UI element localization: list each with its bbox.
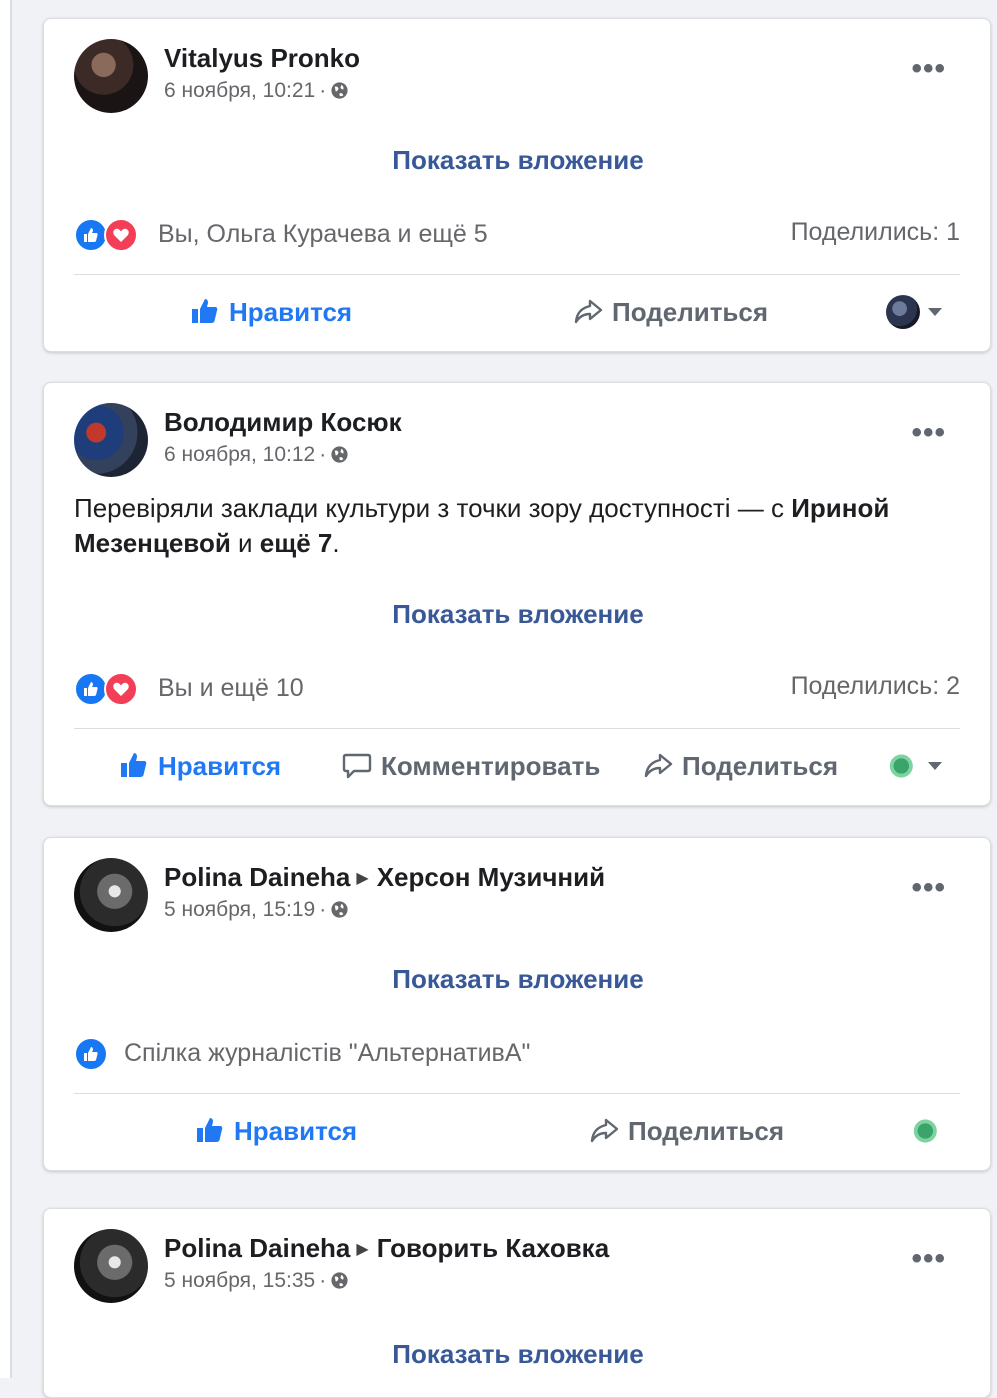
meta-separator: · (319, 79, 327, 102)
share-button[interactable]: Поделиться (588, 1114, 784, 1147)
globe-icon (331, 901, 348, 918)
comment-button[interactable]: Комментировать (341, 749, 600, 782)
post-actions: Нравится Поделиться (44, 1106, 990, 1156)
author-name: Polina Daineha ▶ Херсон Музичний (164, 862, 605, 893)
show-attachment-link[interactable]: Показать вложение (44, 1339, 992, 1370)
like-button[interactable]: Нравится (189, 295, 352, 328)
reaction-identity-selector[interactable] (910, 1114, 944, 1148)
more-options-icon[interactable]: ••• (911, 54, 946, 84)
author-avatar[interactable] (74, 39, 148, 113)
post-card: Polina Daineha ▶ Говорить Каховка 5 ноября… (43, 1208, 991, 1398)
globe-icon (331, 82, 348, 99)
meta-separator: · (319, 1269, 327, 1292)
shares-count[interactable]: Поделились: 1 (791, 218, 960, 247)
share-arrow-icon (590, 1118, 619, 1143)
like-reaction-icon (74, 218, 108, 252)
post-meta: 6 ноября, 10:12 · (164, 443, 349, 467)
post-meta: 5 ноября, 15:19 · (164, 898, 349, 922)
post-actions: Нравится Поделиться (44, 287, 990, 337)
divider (74, 728, 960, 729)
post-text: Перевіряли заклади культури з точки зору… (74, 493, 890, 558)
post-card: Vitalyus Pronko 6 ноября, 10:21 · ••• Пок… (43, 18, 991, 352)
post-timestamp[interactable]: 6 ноября, 10:21 (164, 79, 315, 102)
show-attachment-link[interactable]: Показать вложение (44, 599, 992, 630)
reactions-summary[interactable]: Вы, Ольга Курачева и ещё 5 Поделились: 1 (74, 218, 960, 254)
like-button[interactable]: Нравится (118, 749, 281, 782)
post-card: Володимир Косюк 6 ноября, 10:12 · ••• Пер… (43, 382, 991, 806)
more-options-icon[interactable]: ••• (911, 1244, 946, 1274)
more-options-icon[interactable]: ••• (911, 418, 946, 448)
caret-down-icon (928, 762, 942, 770)
caret-down-icon (928, 308, 942, 316)
divider (74, 274, 960, 275)
author-name[interactable]: Володимир Косюк (164, 407, 402, 438)
meta-separator: · (319, 443, 327, 466)
news-feed: Vitalyus Pronko 6 ноября, 10:21 · ••• Пок… (0, 0, 997, 1398)
reaction-identity-selector[interactable] (886, 749, 942, 783)
arrow-right-icon: ▶ (356, 1241, 369, 1258)
thumbs-up-icon (192, 299, 218, 323)
globe-icon (331, 446, 348, 463)
share-arrow-icon (644, 753, 673, 778)
reactions-text[interactable]: Вы и ещё 10 (158, 674, 304, 703)
reactions-text[interactable]: Спілка журналістів "АльтернативА" (124, 1039, 530, 1068)
like-button[interactable]: Нравится (194, 1114, 357, 1147)
arrow-right-icon: ▶ (356, 870, 369, 887)
post-actions: Нравится Комментировать Поделиться (44, 741, 990, 791)
meta-separator: · (319, 898, 327, 921)
comment-bubble-icon (342, 753, 372, 779)
author-link[interactable]: Polina Daineha (164, 862, 350, 892)
more-options-icon[interactable]: ••• (911, 873, 946, 903)
author-name[interactable]: Vitalyus Pronko (164, 43, 360, 74)
reactions-summary[interactable]: Спілка журналістів "АльтернативА" (74, 1037, 960, 1073)
post-meta: 6 ноября, 10:21 · (164, 79, 349, 103)
divider (74, 1093, 960, 1094)
reactions-summary[interactable]: Вы и ещё 10 Поделились: 2 (74, 672, 960, 708)
author-avatar[interactable] (74, 1229, 148, 1303)
shares-count[interactable]: Поделились: 2 (791, 672, 960, 701)
reaction-identity-selector[interactable] (886, 295, 942, 329)
share-button[interactable]: Поделиться (642, 749, 838, 782)
like-reaction-icon (74, 1037, 108, 1071)
reactions-text[interactable]: Вы, Ольга Курачева и ещё 5 (158, 220, 488, 249)
group-link[interactable]: Говорить Каховка (377, 1233, 609, 1263)
tagged-others-link[interactable]: ещё 7 (260, 528, 333, 558)
post-timestamp[interactable]: 5 ноября, 15:19 (164, 898, 315, 921)
author-avatar[interactable] (74, 858, 148, 932)
group-link[interactable]: Херсон Музичний (377, 862, 605, 892)
like-reaction-icon (74, 672, 108, 706)
share-button[interactable]: Поделиться (572, 295, 768, 328)
author-link[interactable]: Polina Daineha (164, 1233, 350, 1263)
show-attachment-link[interactable]: Показать вложение (44, 145, 992, 176)
page-avatar (886, 295, 920, 329)
author-avatar[interactable] (74, 403, 148, 477)
post-timestamp[interactable]: 5 ноября, 15:35 (164, 1269, 315, 1292)
post-timestamp[interactable]: 6 ноября, 10:12 (164, 443, 315, 466)
globe-icon (331, 1272, 348, 1289)
show-attachment-link[interactable]: Показать вложение (44, 964, 992, 995)
page-avatar (886, 749, 920, 783)
thumbs-up-icon (197, 1118, 223, 1142)
share-arrow-icon (574, 299, 603, 324)
post-meta: 5 ноября, 15:35 · (164, 1269, 349, 1293)
page-avatar (910, 1114, 944, 1148)
love-reaction-icon (104, 218, 138, 252)
thumbs-up-icon (121, 753, 147, 777)
author-name: Polina Daineha ▶ Говорить Каховка (164, 1233, 609, 1264)
love-reaction-icon (104, 672, 138, 706)
post-card: Polina Daineha ▶ Херсон Музичний 5 ноября,… (43, 837, 991, 1171)
